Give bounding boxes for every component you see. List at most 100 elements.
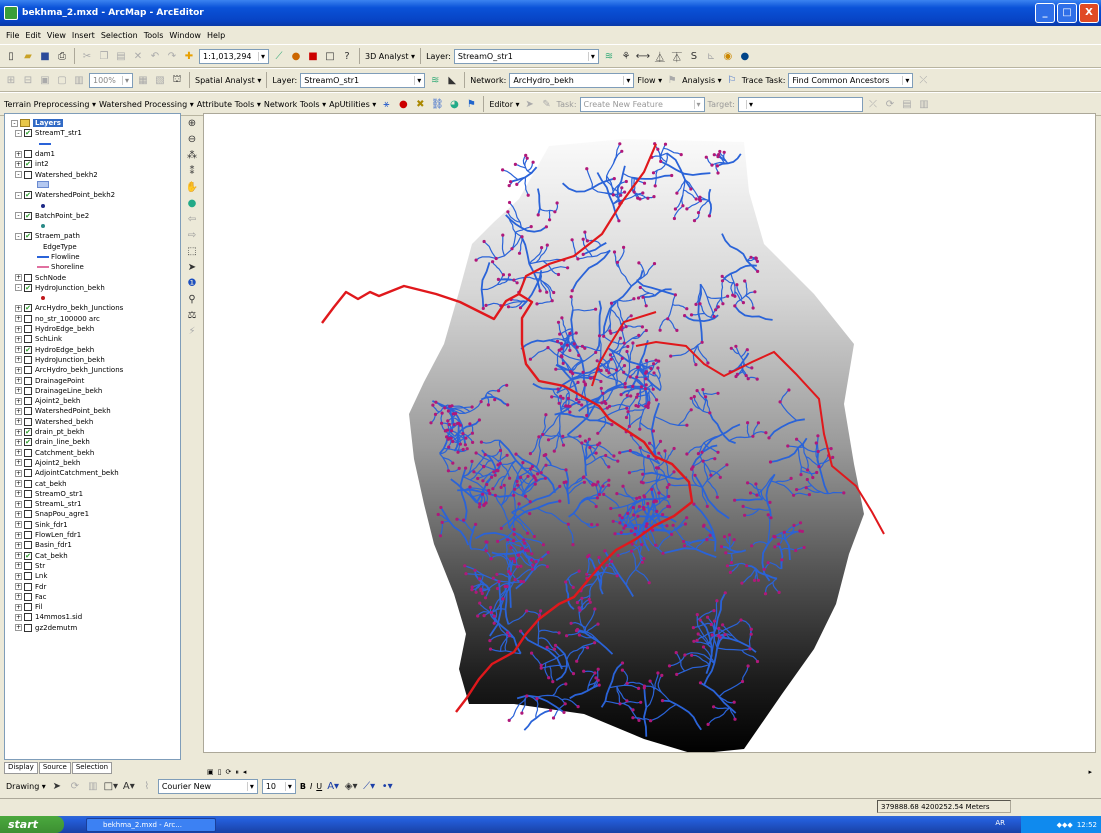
forward-extent-icon[interactable]: ⇨: [185, 228, 199, 242]
select-elements-icon[interactable]: ➤: [185, 260, 199, 274]
expand-toggle[interactable]: +: [15, 315, 22, 323]
expand-toggle[interactable]: +: [15, 562, 22, 570]
font-color-icon[interactable]: A▾: [326, 780, 340, 794]
layer-visibility-checkbox[interactable]: ✔: [24, 438, 32, 447]
add-flag-icon[interactable]: ⚑: [665, 73, 679, 87]
scroll-left-icon[interactable]: ◂: [243, 768, 247, 776]
toc-layer[interactable]: + Sink_fdr1: [11, 520, 180, 530]
flag-tool-icon[interactable]: ⚑: [464, 97, 478, 111]
font-size-select[interactable]: 10: [261, 779, 296, 794]
aputilities-menu[interactable]: ApUtilities ▾: [329, 100, 376, 109]
layer-visibility-checkbox[interactable]: [24, 623, 32, 632]
menu-edit[interactable]: Edit: [25, 31, 41, 40]
expand-toggle[interactable]: -: [15, 171, 22, 179]
expand-toggle[interactable]: +: [15, 325, 22, 333]
pause-icon[interactable]: ⏸: [235, 768, 239, 777]
layer-visibility-checkbox[interactable]: [24, 366, 32, 375]
toc-layer[interactable]: + Ajoint2_bekh: [11, 396, 180, 406]
expand-toggle[interactable]: +: [15, 552, 22, 560]
layer-visibility-checkbox[interactable]: [24, 572, 32, 581]
layer-visibility-checkbox[interactable]: [24, 582, 32, 591]
toc-layer[interactable]: + Lnk: [11, 571, 180, 581]
toc-layer[interactable]: + Watershed_bekh: [11, 417, 180, 427]
line-color-icon[interactable]: ⟋▾: [362, 780, 376, 794]
close-button[interactable]: X: [1079, 3, 1099, 23]
toc-layer[interactable]: + DrainageLine_bekh: [11, 386, 180, 396]
toc-layer[interactable]: + gz2demutm: [11, 623, 180, 633]
layer-visibility-checkbox[interactable]: [24, 603, 32, 612]
open-icon[interactable]: ▰: [21, 49, 35, 63]
measure-icon[interactable]: ⚖: [185, 308, 199, 322]
expand-toggle[interactable]: -: [15, 232, 22, 240]
change-layout-icon[interactable]: ⛫: [170, 73, 184, 87]
expand-toggle[interactable]: +: [15, 438, 22, 446]
expand-toggle[interactable]: +: [15, 418, 22, 426]
catalog-icon[interactable]: ●: [289, 49, 303, 63]
expand-toggle[interactable]: +: [15, 150, 22, 158]
pan-icon[interactable]: ✋: [185, 180, 199, 194]
expand-toggle[interactable]: +: [15, 541, 22, 549]
layer-visibility-checkbox[interactable]: [24, 479, 32, 488]
layer-visibility-checkbox[interactable]: ✔: [24, 345, 32, 354]
toc-layer[interactable]: + SchNode: [11, 272, 180, 282]
layer-visibility-checkbox[interactable]: [24, 520, 32, 529]
taskbar-item-arcmap[interactable]: bekhma_2.mxd - Arc...: [86, 817, 216, 832]
toc-layer[interactable]: + SnapPou_agre1: [11, 509, 180, 519]
fixed-zoom-out-icon[interactable]: ⁑: [185, 164, 199, 178]
toc-layer[interactable]: + ArcHydro_bekh_Junctions: [11, 365, 180, 375]
network-tools-menu[interactable]: Network Tools ▾: [264, 100, 326, 109]
assign-hydroid-icon[interactable]: ⛓: [430, 97, 444, 111]
layer-visibility-checkbox[interactable]: ✔: [24, 191, 32, 200]
toc-layer[interactable]: - ✔ BatchPoint_be2: [11, 211, 180, 221]
map-display[interactable]: [203, 113, 1096, 753]
layer-visibility-checkbox[interactable]: [24, 170, 32, 179]
expand-toggle[interactable]: +: [15, 356, 22, 364]
zoom-whole-page-icon[interactable]: ▥: [86, 780, 100, 794]
map-canvas[interactable]: [204, 114, 1096, 753]
expand-toggle[interactable]: +: [15, 583, 22, 590]
hyperlink-icon[interactable]: ⚡: [185, 324, 199, 338]
tab-display[interactable]: Display: [4, 762, 38, 774]
toggle-draft-icon[interactable]: ▦: [136, 73, 150, 87]
expand-toggle[interactable]: +: [15, 603, 22, 611]
layer-visibility-checkbox[interactable]: [24, 355, 32, 364]
identify-icon[interactable]: ❶: [185, 276, 199, 290]
layer-visibility-checkbox[interactable]: [24, 541, 32, 550]
sketch-properties-icon[interactable]: ▥: [917, 97, 931, 111]
expand-toggle[interactable]: +: [15, 469, 22, 477]
expand-toggle[interactable]: +: [15, 160, 22, 168]
expand-toggle[interactable]: +: [15, 428, 22, 436]
layer-visibility-checkbox[interactable]: [24, 273, 32, 282]
toc-layer[interactable]: + StreamO_str1: [11, 489, 180, 499]
attribute-tools-menu[interactable]: Attribute Tools ▾: [197, 100, 261, 109]
find-icon[interactable]: ⚲: [185, 292, 199, 306]
toc-layer[interactable]: + Fdr: [11, 581, 180, 591]
page-zoom-icon[interactable]: ▢: [55, 73, 69, 87]
toc-layer[interactable]: + ✔ Cat_bekh: [11, 550, 180, 560]
layer-visibility-checkbox[interactable]: [24, 325, 32, 334]
expand-toggle[interactable]: -: [11, 119, 18, 127]
marker-color-icon[interactable]: •▾: [380, 780, 394, 794]
map-scale-select[interactable]: 1:1,013,294: [199, 48, 269, 64]
expand-toggle[interactable]: +: [15, 387, 22, 395]
zoom-out-fixed-icon[interactable]: ⊟: [21, 73, 35, 87]
layer-visibility-checkbox[interactable]: [24, 510, 32, 519]
zoom-in-icon[interactable]: ⊕: [185, 116, 199, 130]
trace-flag-icon[interactable]: ⚐: [725, 73, 739, 87]
expand-toggle[interactable]: +: [15, 490, 22, 498]
globe-tool-icon[interactable]: ◕: [447, 97, 461, 111]
table-of-contents[interactable]: - Layers - ✔ StreamT_str1 + dam1 + ✔ int2- Watersh…: [4, 113, 181, 760]
toc-layer[interactable]: - Watershed_bekh2: [11, 169, 180, 179]
toc-layer[interactable]: + Catchment_bekh: [11, 448, 180, 458]
flow-path-icon[interactable]: ✖: [413, 97, 427, 111]
tab-source[interactable]: Source: [38, 762, 71, 774]
layer-visibility-checkbox[interactable]: [24, 448, 32, 457]
start-button[interactable]: start: [0, 816, 64, 833]
expand-toggle[interactable]: +: [15, 510, 22, 518]
page-pan-icon[interactable]: ▥: [72, 73, 86, 87]
minimize-button[interactable]: _: [1035, 3, 1055, 23]
new-icon[interactable]: ▯: [4, 49, 18, 63]
toc-layer[interactable]: + ✔ ArcHydro_bekh_Junctions: [11, 303, 180, 313]
split-tool-icon[interactable]: ⤫: [866, 97, 880, 111]
interpolate-line-icon[interactable]: S: [687, 49, 701, 63]
